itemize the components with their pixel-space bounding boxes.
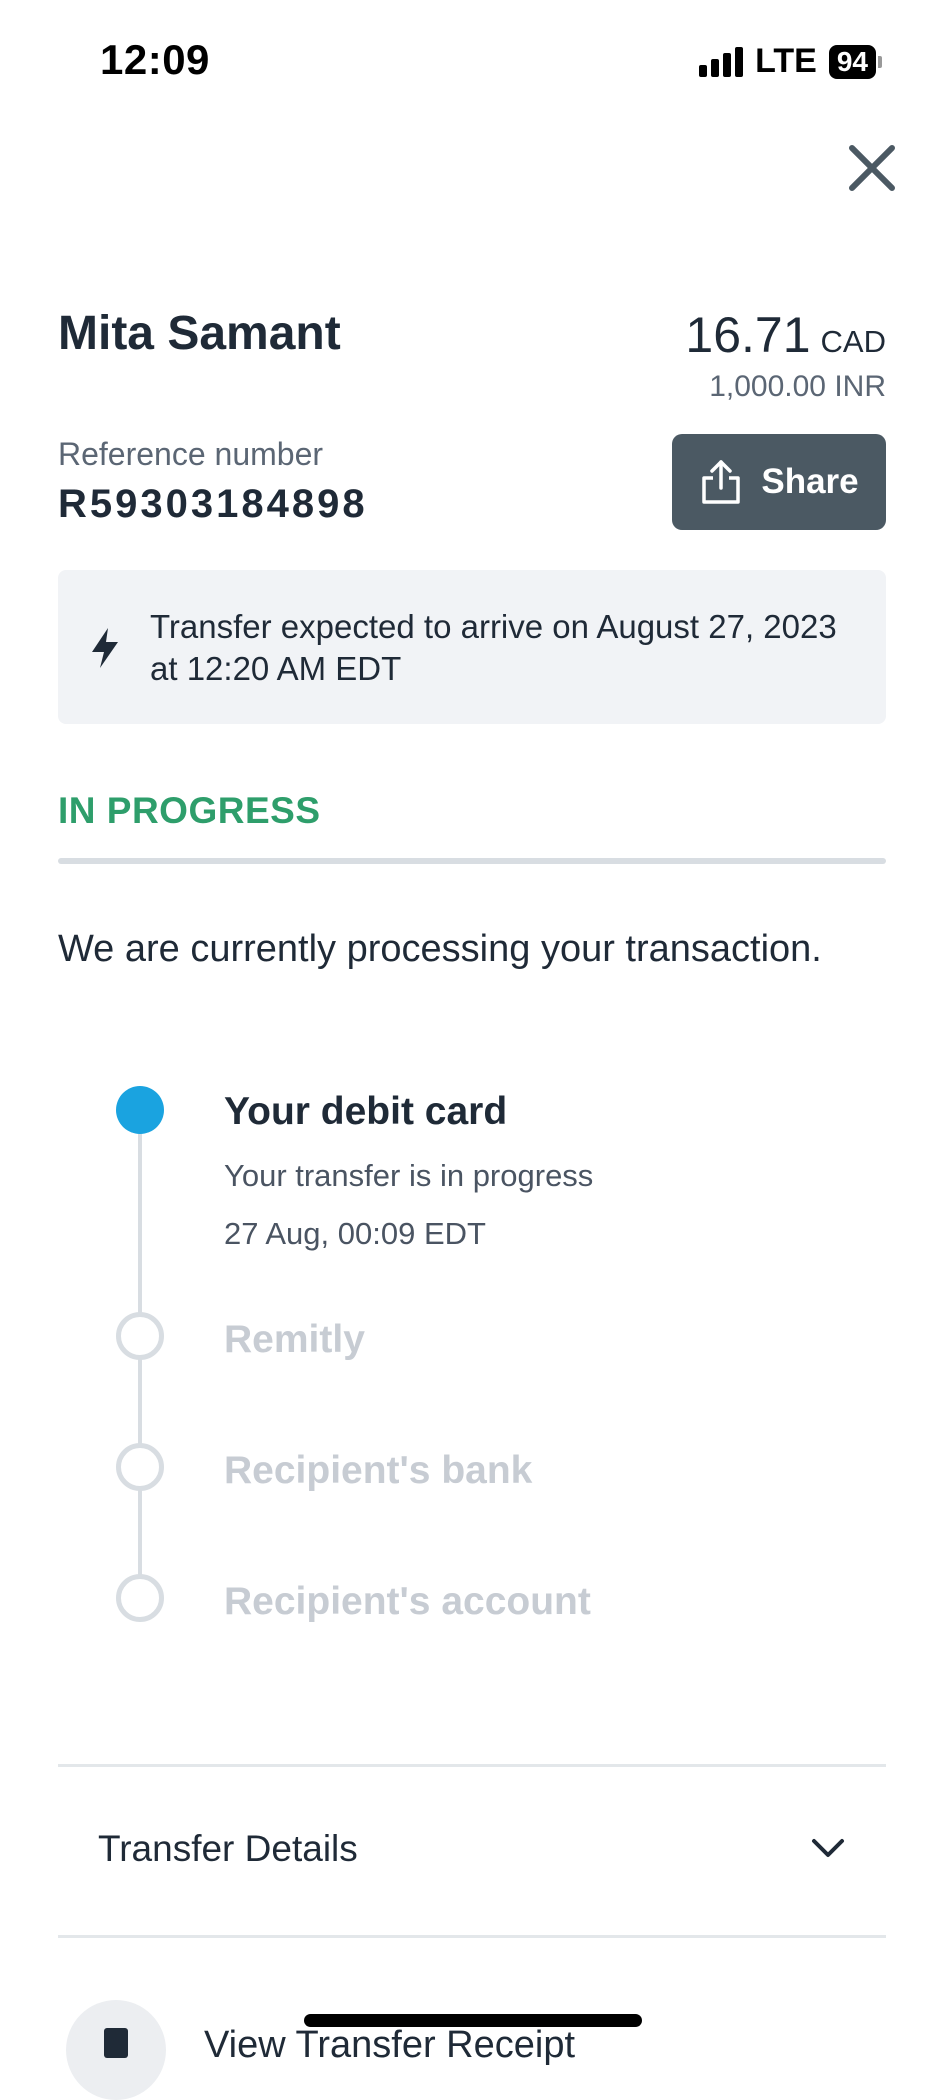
converted-amount: 1,000.00 INR bbox=[709, 370, 886, 403]
home-indicator bbox=[304, 2014, 642, 2027]
status-divider bbox=[58, 858, 886, 864]
timeline-dot bbox=[116, 1312, 164, 1360]
divider bbox=[58, 1935, 886, 1938]
timeline-dot-active bbox=[116, 1086, 164, 1134]
timeline-step-subtitle: Your transfer is in progress bbox=[224, 1158, 594, 1193]
recipient-name: Mita Samant bbox=[58, 307, 341, 360]
status-indicators: LTE 94 bbox=[699, 42, 882, 81]
timeline-step-title: Recipient's account bbox=[224, 1580, 591, 1623]
timeline-step-title: Remitly bbox=[224, 1318, 365, 1361]
status-message: We are currently processing your transac… bbox=[58, 928, 822, 970]
transfer-details-label: Transfer Details bbox=[98, 1828, 358, 1869]
status-label: IN PROGRESS bbox=[58, 790, 321, 831]
share-label: Share bbox=[761, 462, 859, 501]
close-icon bbox=[849, 145, 895, 191]
receipt-icon bbox=[104, 2028, 128, 2058]
timeline-dot bbox=[116, 1574, 164, 1622]
timeline-dot bbox=[116, 1443, 164, 1491]
arrival-text: Transfer expected to arrive on August 27… bbox=[150, 608, 837, 687]
transfer-details-toggle[interactable]: Transfer Details bbox=[58, 1766, 886, 1934]
share-button[interactable]: Share bbox=[672, 434, 886, 530]
close-button[interactable] bbox=[842, 138, 902, 198]
signal-icon bbox=[699, 46, 744, 77]
amount-currency: CAD bbox=[820, 324, 886, 359]
network-type: LTE bbox=[755, 42, 817, 80]
arrival-banner: Transfer expected to arrive on August 27… bbox=[58, 570, 886, 724]
share-icon bbox=[702, 460, 741, 504]
battery-level: 94 bbox=[828, 44, 876, 79]
view-receipt-link[interactable]: View Transfer Receipt bbox=[204, 2024, 575, 2067]
battery-icon: 94 bbox=[828, 44, 882, 79]
chevron-down-icon bbox=[812, 1839, 844, 1857]
reference-number: R59303184898 bbox=[58, 482, 368, 526]
amount-value: 16.71 bbox=[685, 307, 811, 363]
send-amount: 16.71 CAD bbox=[685, 306, 886, 364]
timeline-step-title: Your debit card bbox=[224, 1090, 508, 1133]
reference-label: Reference number bbox=[58, 436, 324, 472]
timeline-step-time: 27 Aug, 00:09 EDT bbox=[224, 1216, 486, 1251]
lightning-icon bbox=[92, 628, 118, 668]
timeline-step-title: Recipient's bank bbox=[224, 1449, 533, 1492]
status-time: 12:09 bbox=[100, 36, 210, 83]
